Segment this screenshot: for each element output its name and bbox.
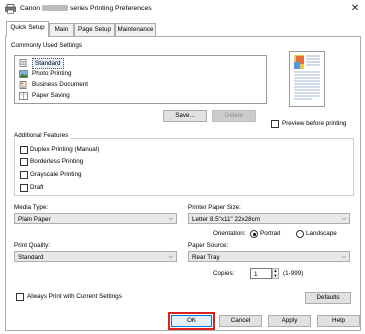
always-print-label: Always Print with Current Settings	[27, 293, 122, 300]
paper-size-label: Printer Paper Size:	[188, 204, 241, 211]
orientation-label: Orientation:	[213, 230, 246, 237]
list-item[interactable]: Business Document	[17, 80, 265, 90]
delete-button[interactable]: Delete	[212, 110, 256, 122]
paper-saving-icon	[19, 92, 28, 100]
portrait-label: Portrait	[260, 230, 281, 237]
window-title-suffix: series Printing Preferences	[70, 5, 152, 12]
grayscale-label: Grayscale Printing	[30, 171, 82, 178]
borderless-label: Borderless Printing	[30, 158, 84, 165]
print-quality-select[interactable]: Standard ⌵	[14, 251, 177, 262]
chevron-down-icon: ⌵	[341, 254, 346, 260]
title-bar: Canon series Printing Preferences ✕	[0, 0, 365, 18]
print-quality-label: Print Quality:	[14, 242, 51, 249]
help-button[interactable]: Help	[317, 315, 360, 327]
save-button[interactable]: Save...	[163, 110, 207, 122]
preview-label: Preview before printing	[282, 120, 347, 127]
chevron-down-icon: ⌵	[341, 216, 346, 222]
chevron-down-icon[interactable]: ▼	[273, 273, 278, 279]
list-item-label: Business Document	[32, 81, 88, 88]
standard-icon	[19, 59, 27, 67]
grayscale-checkbox[interactable]	[20, 171, 28, 179]
draft-checkbox[interactable]	[20, 184, 28, 192]
window-title: Canon series Printing Preferences	[20, 5, 152, 12]
landscape-radio[interactable]	[296, 230, 304, 238]
list-item[interactable]: Standard	[17, 58, 265, 69]
common-settings-heading: Commonly Used Settings	[11, 42, 83, 49]
page-preview	[289, 51, 325, 107]
list-item-label: Photo Printing	[32, 70, 72, 77]
list-item-label: Paper Saving	[32, 92, 70, 99]
copies-label: Copies:	[213, 270, 235, 277]
chevron-down-icon: ⌵	[168, 216, 173, 222]
window-title-prefix: Canon	[20, 5, 41, 12]
tab-quick-setup[interactable]: Quick Setup	[6, 21, 49, 37]
duplex-checkbox[interactable]	[20, 146, 28, 154]
copies-input[interactable]: 1	[250, 268, 272, 279]
ok-button[interactable]: OK	[171, 315, 212, 327]
apply-button[interactable]: Apply	[268, 315, 311, 327]
document-icon	[19, 81, 27, 89]
paper-source-value: Rear Tray	[192, 254, 220, 261]
printer-icon	[5, 4, 16, 14]
copies-stepper[interactable]: ▲ ▼	[272, 268, 279, 279]
media-type-value: Plain Paper	[18, 216, 51, 223]
list-item-label: Standard	[32, 58, 64, 69]
tab-page-setup[interactable]: Page Setup	[74, 23, 115, 36]
tab-main[interactable]: Main	[49, 23, 74, 36]
copies-value: 1	[254, 271, 258, 278]
paper-source-select[interactable]: Rear Tray ⌵	[188, 251, 350, 262]
paper-size-value: Letter 8.5"x11" 22x28cm	[192, 216, 261, 223]
preview-checkbox[interactable]	[271, 120, 279, 128]
close-icon[interactable]: ✕	[348, 2, 362, 16]
duplex-label: Duplex Printing (Manual)	[30, 146, 100, 153]
media-type-select[interactable]: Plain Paper ⌵	[14, 213, 177, 224]
paper-source-label: Paper Source:	[188, 242, 229, 249]
list-item[interactable]: Photo Printing	[17, 69, 265, 79]
preview-page-graphic	[294, 55, 320, 100]
list-item[interactable]: Paper Saving	[17, 91, 265, 101]
defaults-button[interactable]: Defaults	[305, 292, 351, 304]
print-quality-value: Standard	[18, 254, 44, 261]
common-settings-list[interactable]: Standard Photo Printing Business Documen…	[14, 55, 267, 104]
redacted-model	[42, 5, 69, 12]
paper-size-select[interactable]: Letter 8.5"x11" 22x28cm ⌵	[188, 213, 350, 224]
copies-range: (1-999)	[283, 270, 304, 277]
landscape-label: Landscape	[306, 230, 337, 237]
portrait-radio[interactable]	[250, 230, 258, 238]
always-print-checkbox[interactable]	[16, 293, 24, 301]
media-type-label: Media Type:	[14, 204, 49, 211]
chevron-down-icon: ⌵	[168, 254, 173, 260]
photo-icon	[19, 70, 28, 78]
cancel-button[interactable]: Cancel	[219, 315, 262, 327]
tab-maintenance[interactable]: Maintenance	[115, 23, 156, 36]
additional-features-heading: Additional Features	[14, 132, 71, 139]
draft-label: Draft	[30, 184, 44, 191]
borderless-checkbox[interactable]	[20, 158, 28, 166]
